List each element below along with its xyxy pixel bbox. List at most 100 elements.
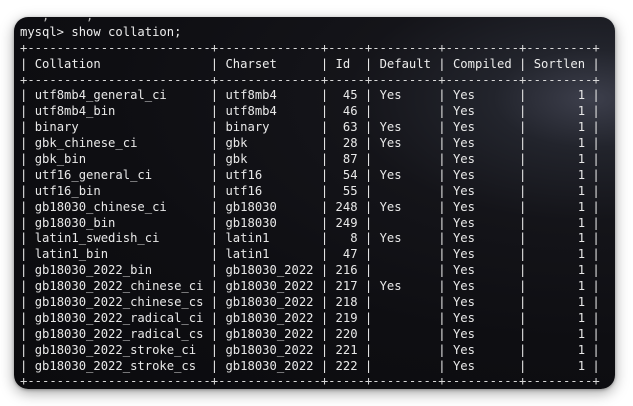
table-cell <box>380 152 431 166</box>
table-cell: 1 <box>533 152 586 167</box>
table-cell <box>380 104 431 118</box>
table-cell: 1 <box>533 199 586 214</box>
table-border-header: +-------------------------+-------------… <box>20 72 600 87</box>
table-cell: 8 <box>335 231 358 246</box>
table-cell: Yes <box>452 152 512 167</box>
table-cell: 1 <box>533 88 586 103</box>
table-cell: Yes <box>452 295 512 310</box>
table-cell: 54 <box>335 167 358 182</box>
table-cell: gb18030_2022 <box>225 295 314 310</box>
table-cell: gb18030_chinese_ci <box>34 199 204 214</box>
table-cell: gb18030_2022_bin <box>34 263 204 278</box>
table-row: | gb18030_2022_stroke_ci | gb18030_2022 … <box>20 342 600 357</box>
table-row: | gb18030_2022_chinese_cs | gb18030_2022… <box>20 295 600 310</box>
table-cell: binary <box>34 120 204 135</box>
table-cell: Yes <box>379 88 431 103</box>
table-row: | latin1_swedish_ci | latin1 | 8 | Yes |… <box>20 231 600 246</box>
table-cell: Yes <box>452 279 512 294</box>
table-cell: gb18030_2022_chinese_cs <box>34 295 204 310</box>
table-cell <box>380 263 431 277</box>
column-header: Compiled <box>452 56 512 71</box>
table-cell <box>380 295 431 309</box>
table-cell: utf16 <box>225 167 314 182</box>
table-cell: 55 <box>335 183 358 198</box>
table-cell <box>380 359 431 373</box>
table-border-top: +-------------------------+-------------… <box>20 40 600 55</box>
column-header: Sortlen <box>533 56 586 71</box>
table-cell: 218 <box>335 295 358 310</box>
table-cell: Yes <box>452 215 512 230</box>
table-cell: utf16_general_ci <box>34 167 204 182</box>
table-cell: 1 <box>533 358 586 373</box>
table-cell: Yes <box>452 310 512 325</box>
table-cell: utf8mb4 <box>225 104 314 119</box>
table-row: | utf8mb4_general_ci | utf8mb4 | 45 | Ye… <box>20 88 600 103</box>
table-cell: 249 <box>335 215 358 230</box>
table-cell: Yes <box>379 199 431 214</box>
table-cell: gb18030_2022_chinese_ci <box>34 279 204 294</box>
table-cell: gb18030_2022 <box>225 310 314 325</box>
column-header: Charset <box>225 56 314 71</box>
table-cell: Yes <box>452 263 512 278</box>
table-cell: utf8mb4 <box>225 88 314 103</box>
table-cell: 1 <box>533 120 586 135</box>
table-cell: gb18030 <box>225 215 314 230</box>
table-cell: 1 <box>533 167 586 182</box>
table-cell: Yes <box>452 183 512 198</box>
table-cell: Yes <box>452 358 512 373</box>
table-cell: gb18030_2022 <box>225 358 314 373</box>
terminal-output[interactable]: , ,mysql> show collation;+--------------… <box>14 17 600 389</box>
table-cell: 1 <box>533 183 586 198</box>
table-cell: 1 <box>533 310 586 325</box>
table-cell: Yes <box>452 136 512 151</box>
table-cell <box>380 311 431 325</box>
table-cell: Yes <box>379 167 431 182</box>
table-cell: 1 <box>533 279 586 294</box>
table-cell: 1 <box>533 295 586 310</box>
table-row: | latin1_bin | latin1 | 47 | | Yes | 1 | <box>20 247 600 262</box>
table-cell: 1 <box>533 342 586 357</box>
table-cell: Yes <box>452 167 512 182</box>
table-row: | utf16_general_ci | utf16 | 54 | Yes | … <box>20 167 600 182</box>
table-cell: latin1_swedish_ci <box>34 231 204 246</box>
mysql-prompt: mysql> <box>20 24 72 39</box>
command-text: show collation; <box>71 24 182 39</box>
table-cell: 221 <box>335 342 358 357</box>
table-cell: Yes <box>452 342 512 357</box>
table-cell: utf16_bin <box>34 183 204 198</box>
table-row: | gbk_chinese_ci | gbk | 28 | Yes | Yes … <box>20 136 600 151</box>
table-cell: gb18030_2022_stroke_ci <box>34 342 204 357</box>
previous-output-line: , , <box>20 17 600 25</box>
table-row: | binary | binary | 63 | Yes | Yes | 1 | <box>20 120 600 135</box>
table-cell: latin1 <box>225 247 314 262</box>
table-cell: gbk_bin <box>34 152 204 167</box>
table-cell <box>380 343 431 357</box>
table-row: | gb18030_chinese_ci | gb18030 | 248 | Y… <box>20 199 600 214</box>
table-row: | gb18030_2022_chinese_ci | gb18030_2022… <box>20 279 600 294</box>
column-header: Id <box>335 56 358 71</box>
table-cell: 1 <box>533 104 586 119</box>
table-cell: gbk <box>225 136 314 151</box>
table-cell: gbk_chinese_ci <box>34 136 204 151</box>
table-border-bottom: +-------------------------+-------------… <box>20 374 600 389</box>
table-row: | gb18030_2022_bin | gb18030_2022 | 216 … <box>20 263 600 278</box>
table-cell: utf16 <box>225 183 314 198</box>
table-row: | gb18030_2022_radical_ci | gb18030_2022… <box>20 310 600 325</box>
table-cell: Yes <box>452 88 512 103</box>
table-cell: 46 <box>335 104 358 119</box>
column-header: Collation <box>34 56 204 71</box>
table-cell: Yes <box>452 104 512 119</box>
table-cell: 219 <box>335 310 358 325</box>
table-cell: 28 <box>335 136 358 151</box>
table-cell: Yes <box>452 231 512 246</box>
table-cell: 1 <box>533 136 586 151</box>
terminal-window[interactable]: , ,mysql> show collation;+--------------… <box>14 17 615 389</box>
table-cell: Yes <box>452 120 512 135</box>
table-cell: 217 <box>335 279 358 294</box>
table-cell: Yes <box>379 231 431 246</box>
table-cell: latin1_bin <box>34 247 204 262</box>
table-cell: Yes <box>379 120 431 135</box>
table-cell: utf8mb4_bin <box>34 104 204 119</box>
table-cell: 220 <box>335 326 358 341</box>
table-header-row: | Collation | Charset | Id | Default | C… <box>20 56 600 71</box>
